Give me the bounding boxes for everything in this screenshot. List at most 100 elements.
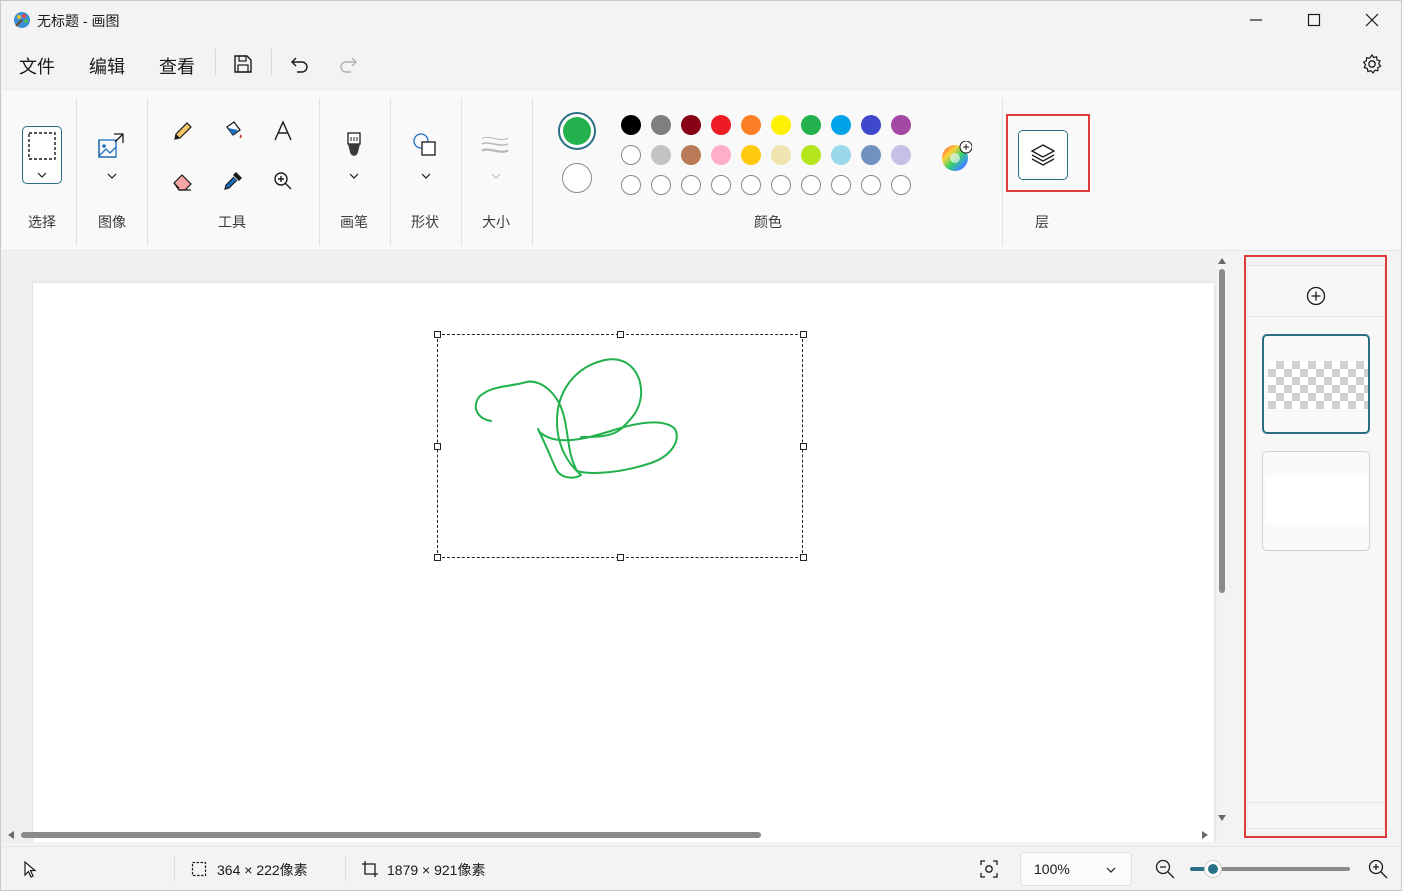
- zoom-in-icon[interactable]: [1367, 858, 1389, 880]
- save-icon[interactable]: [232, 53, 254, 75]
- size-button[interactable]: [480, 130, 510, 160]
- brush-icon: [347, 132, 361, 156]
- menu-file[interactable]: 文件: [19, 53, 55, 79]
- eraser-tool[interactable]: [168, 166, 198, 196]
- resize-handle-w[interactable]: [434, 443, 441, 450]
- horizontal-scrollbar-thumb[interactable]: [21, 832, 761, 838]
- fit-to-window-icon[interactable]: [979, 859, 999, 879]
- palette-color-swatch[interactable]: [711, 145, 731, 165]
- palette-color-swatch[interactable]: [651, 115, 671, 135]
- palette-color-swatch[interactable]: [741, 145, 761, 165]
- scroll-down-arrow-icon[interactable]: [1217, 813, 1227, 823]
- palette-color-swatch[interactable]: [771, 145, 791, 165]
- eyedropper-icon: [224, 172, 242, 190]
- ribbon-divider: [390, 98, 391, 246]
- custom-color-slot[interactable]: [801, 175, 821, 195]
- custom-color-slot[interactable]: [681, 175, 701, 195]
- zoom-level-dropdown[interactable]: 100%: [1020, 852, 1132, 886]
- palette-color-swatch[interactable]: [621, 115, 641, 135]
- chevron-down-icon[interactable]: [106, 172, 118, 180]
- text-tool[interactable]: [268, 116, 298, 146]
- resize-handle-ne[interactable]: [800, 331, 807, 338]
- ribbon-divider: [147, 98, 148, 246]
- palette-color-swatch[interactable]: [801, 115, 821, 135]
- vertical-scrollbar-thumb[interactable]: [1219, 269, 1225, 593]
- ribbon-divider: [1002, 98, 1003, 246]
- canvas-size-text: 1879 × 921像素: [387, 862, 486, 878]
- resize-handle-s[interactable]: [617, 554, 624, 561]
- chevron-down-icon[interactable]: [348, 172, 360, 180]
- ribbon-divider: [319, 98, 320, 246]
- palette-color-swatch[interactable]: [891, 145, 911, 165]
- resize-handle-se[interactable]: [800, 554, 807, 561]
- chevron-down-icon[interactable]: [490, 172, 502, 180]
- color-picker-tool[interactable]: [218, 166, 248, 196]
- maximize-icon: [1307, 13, 1321, 27]
- magnifier-tool[interactable]: [268, 166, 298, 196]
- scroll-right-arrow-icon[interactable]: [1200, 830, 1210, 840]
- primary-color-ring[interactable]: [558, 112, 596, 150]
- maximize-button[interactable]: [1285, 1, 1343, 39]
- text-a-icon: [274, 120, 292, 141]
- eraser-icon: [173, 174, 192, 191]
- custom-color-slot[interactable]: [861, 175, 881, 195]
- custom-color-slot[interactable]: [651, 175, 671, 195]
- custom-color-slot[interactable]: [771, 175, 791, 195]
- custom-color-slot[interactable]: [891, 175, 911, 195]
- settings-gear-icon[interactable]: [1361, 53, 1383, 75]
- custom-color-slot[interactable]: [621, 175, 641, 195]
- select-tool-button[interactable]: [22, 126, 62, 184]
- shapes-button[interactable]: [410, 130, 440, 160]
- chevron-down-icon: [37, 172, 47, 178]
- resize-handle-sw[interactable]: [434, 554, 441, 561]
- palette-color-swatch[interactable]: [891, 115, 911, 135]
- palette-color-swatch[interactable]: [681, 145, 701, 165]
- palette-color-swatch[interactable]: [861, 145, 881, 165]
- cursor-pointer-icon: [24, 860, 37, 878]
- palette-color-swatch[interactable]: [651, 145, 671, 165]
- palette-color-swatch[interactable]: [681, 115, 701, 135]
- brushes-button[interactable]: [339, 130, 369, 160]
- palette-color-swatch[interactable]: [621, 145, 641, 165]
- redo-icon[interactable]: [338, 53, 360, 75]
- resize-handle-n[interactable]: [617, 331, 624, 338]
- scroll-up-arrow-icon[interactable]: [1217, 256, 1227, 266]
- custom-color-slot[interactable]: [831, 175, 851, 195]
- edit-colors-button[interactable]: [940, 140, 973, 173]
- palette-color-swatch[interactable]: [801, 145, 821, 165]
- selection-rectangle[interactable]: [437, 334, 803, 558]
- menu-view[interactable]: 查看: [159, 53, 195, 79]
- group-label-layers: 层: [1035, 214, 1049, 230]
- menu-divider: [215, 49, 216, 75]
- secondary-color-swatch[interactable]: [562, 163, 592, 193]
- palette-color-swatch[interactable]: [711, 115, 731, 135]
- status-divider: [345, 857, 346, 881]
- resize-handle-e[interactable]: [800, 443, 807, 450]
- paint-bucket-icon: [226, 121, 242, 138]
- paint-window: 无标题 - 画图 文件 编辑 查看 选择 图像 工具 画笔 形状 大小 颜色 层…: [0, 0, 1402, 891]
- resize-handle-nw[interactable]: [434, 331, 441, 338]
- minimize-icon: [1250, 19, 1262, 21]
- close-button[interactable]: [1343, 1, 1401, 39]
- undo-icon[interactable]: [288, 53, 310, 75]
- image-tool-button[interactable]: [96, 130, 126, 160]
- pencil-tool[interactable]: [168, 116, 198, 146]
- zoom-out-icon[interactable]: [1154, 858, 1176, 880]
- palette-color-swatch[interactable]: [741, 115, 761, 135]
- zoom-magnifier-icon: [274, 172, 292, 190]
- zoom-slider-thumb[interactable]: [1204, 860, 1222, 878]
- minimize-button[interactable]: [1227, 1, 1285, 39]
- fill-tool[interactable]: [218, 116, 248, 146]
- palette-color-swatch[interactable]: [831, 115, 851, 135]
- chevron-down-icon[interactable]: [420, 172, 432, 180]
- scroll-left-arrow-icon[interactable]: [6, 830, 16, 840]
- palette-color-swatch[interactable]: [861, 115, 881, 135]
- rectangle-select-icon: [28, 132, 56, 160]
- custom-color-slot[interactable]: [711, 175, 731, 195]
- layers-button-highlight: [1006, 114, 1090, 192]
- custom-color-slot[interactable]: [741, 175, 761, 195]
- palette-color-swatch[interactable]: [831, 145, 851, 165]
- menu-edit[interactable]: 编辑: [89, 53, 125, 79]
- menu-bar: 文件 编辑 查看: [1, 41, 1401, 87]
- palette-color-swatch[interactable]: [771, 115, 791, 135]
